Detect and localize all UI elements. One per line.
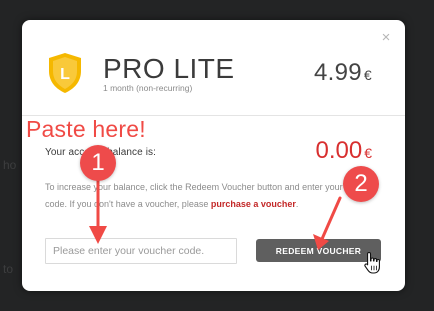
product-duration: 1 month (non-recurring) (103, 83, 193, 93)
instructions-suffix: . (295, 198, 299, 209)
step-2-badge: 2 (343, 166, 379, 202)
product-price: 4.99 € (314, 60, 372, 88)
product-name: PRO LITE (103, 53, 235, 84)
backdrop-text-fragment: to (3, 262, 14, 276)
purchase-voucher-link[interactable]: purchase a voucher (211, 199, 296, 209)
shield-icon: L (49, 53, 81, 93)
product-price-value: 4.99 (313, 59, 362, 86)
voucher-dialog: × L PRO LITE 1 month (non-recurring) 4.9… (22, 20, 405, 291)
product-price-currency: € (363, 67, 372, 83)
paste-here-annotation: Paste here! (26, 116, 146, 142)
balance-amount-value: 0.00 (315, 137, 363, 164)
close-icon[interactable]: × (379, 30, 393, 45)
shield-letter: L (60, 66, 70, 83)
balance-amount-currency: € (364, 145, 372, 161)
backdrop-text-fragment: ho (3, 158, 17, 172)
step-1-badge: 1 (80, 145, 116, 181)
balance-instructions: To increase your balance, click the Rede… (45, 179, 390, 212)
voucher-code-input[interactable] (45, 238, 237, 264)
hand-cursor-icon (364, 251, 380, 274)
balance-amount: 0.00 € (315, 138, 372, 166)
